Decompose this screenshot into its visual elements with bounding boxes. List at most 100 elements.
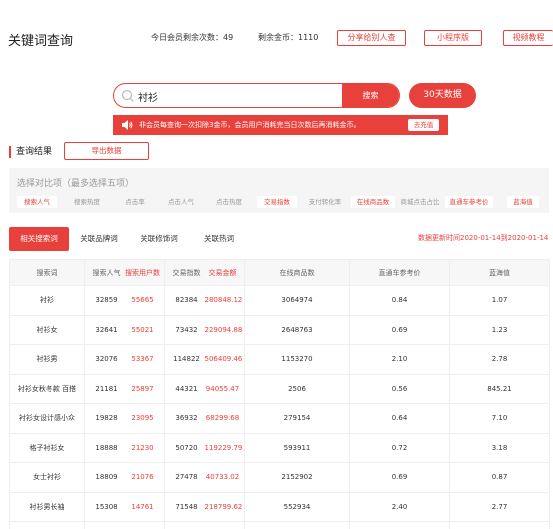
cell-blue-sea: 2.40	[449, 521, 550, 529]
cell-keyword: 格子衬衫女	[9, 432, 85, 463]
cell-blue-sea: 2.78	[449, 344, 550, 375]
compare-option-pay-conversion[interactable]: 支付转化率	[303, 196, 347, 208]
header-search-users[interactable]: 搜索用户数	[125, 268, 161, 278]
cell-search-users: 23095	[131, 414, 154, 423]
cell-search-pop: 32076	[95, 355, 118, 364]
speaker-icon	[122, 120, 133, 130]
cell-online-goods: 552934	[244, 491, 350, 522]
cell-blue-sea: 7.10	[449, 403, 550, 434]
cell-search-pop: 15308	[95, 502, 118, 511]
recharge-button[interactable]: 去充值	[408, 119, 439, 131]
table-row: 格子衬衫女 18888 21230 50720 119229.79 593911 0.72 3…	[9, 432, 550, 463]
export-data-button[interactable]: 导出数据	[64, 142, 149, 160]
cell-keyword: 衬衫女设计感小众	[9, 403, 85, 434]
table-body: 衬衫 32859 55665 82384 280848.12 3064974 0.84 1.0…	[9, 285, 550, 529]
cell-trade-amount: 229094.88	[204, 325, 243, 334]
cell-trade-amount: 218799.62	[204, 502, 243, 511]
notice-text: 非会员每查询一次扣除3金币，会员用户消耗完当日次数后再消耗金币。	[139, 121, 361, 129]
cell-ztc-price: 0.69	[349, 462, 450, 493]
30-day-data-button[interactable]: 30天数据	[409, 83, 476, 108]
cell-search-users: 55665	[131, 296, 154, 305]
notice-banner: 非会员每查询一次扣除3金币，会员用户消耗完当日次数后再消耗金币。 去充值	[113, 115, 448, 135]
cell-search: 32641 55021	[84, 314, 165, 345]
tab-modifier-words[interactable]: 关联修饰词	[133, 227, 185, 251]
cell-ztc-price: 0.84	[349, 285, 450, 316]
cell-ztc-price: 0.56	[349, 373, 450, 404]
cell-trade-amount: 119229.79	[204, 443, 243, 452]
compare-option-trade-index[interactable]: 交易指数	[257, 196, 297, 208]
compare-option-search-heat[interactable]: 搜索热度	[67, 196, 107, 208]
header-blue-sea[interactable]: 蓝海值	[449, 259, 550, 286]
cell-trade: 36932 68299.68	[164, 403, 245, 434]
cell-trade: 2434332983.24	[164, 521, 245, 529]
cell-trade-index: 114822	[173, 355, 200, 364]
video-tutorial-button[interactable]: 视频教程	[503, 30, 553, 46]
cell-online-goods: 279154	[244, 403, 350, 434]
table-row: 衬衫女秋冬款 百搭 21181 25897 44321 94055.47 2506 0.56…	[9, 373, 550, 404]
cell-ztc-price: 2.40	[349, 491, 450, 522]
compare-option-ctr[interactable]: 点击率	[117, 196, 153, 208]
cell-online-goods: 2506	[244, 373, 350, 404]
compare-option-ztc-price[interactable]: 直通车参考价	[445, 196, 493, 208]
header-ztc-price[interactable]: 直通车参考价	[349, 259, 450, 286]
compare-option-blue-sea[interactable]: 蓝海值	[507, 196, 539, 208]
results-table: 搜索词 搜索人气 搜索用户数 交易指数 交易金额 在线商品数 直通车参考价 蓝海值 …	[9, 259, 550, 529]
header-keyword: 搜索词	[9, 259, 85, 286]
compare-title: 选择对比项（最多选择五项）	[17, 179, 135, 189]
cell-search-users: 55021	[131, 325, 154, 334]
cell-search-pop: 18888	[95, 443, 118, 452]
cell-search-pop: 19828	[95, 414, 118, 423]
results-table-wrap: 搜索词 搜索人气 搜索用户数 交易指数 交易金额 在线商品数 直通车参考价 蓝海值 …	[9, 259, 550, 529]
tab-related-search-words[interactable]: 相关搜索词	[9, 227, 69, 251]
header-bar: 关键词查询 今日会员剩余次数：49 剩余金币：1110 分享给别人查 小程序版 …	[0, 0, 553, 80]
search-button[interactable]: 搜索	[342, 84, 399, 107]
cell-trade: 114822 506409.46	[164, 344, 245, 375]
header-search: 搜索人气 搜索用户数	[84, 259, 165, 286]
miniprogram-button[interactable]: 小程序版	[424, 30, 482, 46]
header-trade-index[interactable]: 交易指数	[169, 268, 205, 278]
cell-search: 18809 21076	[84, 462, 165, 493]
table-row: 衬衫男长袖 15308 14761 71548 218799.62 552934 2.40 2…	[9, 491, 550, 522]
table-row: 衬衫男 32076 53367 114822 506409.46 1153270 2.10 2…	[9, 344, 550, 375]
cell-search-users: 21076	[131, 473, 154, 482]
header-trade-amount[interactable]: 交易金额	[205, 268, 241, 278]
cell-search-users: 53367	[131, 355, 154, 364]
cell-blue-sea: 1.07	[449, 285, 550, 316]
cell-trade-index: 36932	[175, 414, 198, 423]
compare-option-mall-click-share[interactable]: 商城点击占比	[397, 196, 443, 208]
cell-trade-index: 71548	[175, 502, 198, 511]
cell-blue-sea: 2.77	[449, 491, 550, 522]
table-row: 衬衫女 32641 55021 73432 229094.88 2648763 0.69 1.…	[9, 314, 550, 345]
cell-trade: 44321 94055.47	[164, 373, 245, 404]
header-trade: 交易指数 交易金额	[164, 259, 245, 286]
cell-online-goods: 1153270	[244, 344, 350, 375]
cell-search: 21181 25897	[84, 373, 165, 404]
cell-ztc-price: 0.64	[349, 403, 450, 434]
cell-blue-sea: 3.18	[449, 432, 550, 463]
cell-search-users: 25897	[131, 384, 154, 393]
header-online-goods[interactable]: 在线商品数	[244, 259, 350, 286]
share-button[interactable]: 分享给别人查	[337, 30, 406, 46]
cell-search: 18888 21230	[84, 432, 165, 463]
compare-option-search-pop[interactable]: 搜索人气	[17, 196, 57, 208]
cell-search-pop: 32641	[95, 325, 118, 334]
cell-search-users: 14761	[131, 502, 154, 511]
table-row: 衬衫女复古港味15151145002434332983.246321840.59…	[9, 521, 550, 529]
compare-option-click-heat[interactable]: 点击热度	[209, 196, 249, 208]
header-search-pop[interactable]: 搜索人气	[89, 268, 125, 278]
compare-option-click-pop[interactable]: 点击人气	[161, 196, 201, 208]
compare-option-online-goods[interactable]: 在线商品数	[351, 196, 395, 208]
cell-trade-index: 44321	[175, 384, 198, 393]
cell-keyword: 衬衫女	[9, 314, 85, 345]
tab-hot-words[interactable]: 关联热词	[195, 227, 243, 251]
table-header-row: 搜索词 搜索人气 搜索用户数 交易指数 交易金额 在线商品数 直通车参考价 蓝海值	[9, 259, 550, 286]
cell-blue-sea: 845.21	[449, 373, 550, 404]
tab-brand-words[interactable]: 关联品牌词	[73, 227, 125, 251]
data-update-time: 数据更新时间2020-01-14到2020-01-14	[418, 234, 549, 242]
cell-keyword: 衬衫女复古港味	[9, 521, 85, 529]
cell-ztc-price: 0.72	[349, 432, 450, 463]
cell-online-goods: 593911	[244, 432, 350, 463]
search-input[interactable]	[138, 87, 338, 105]
cell-search-users: 21230	[131, 443, 154, 452]
cell-trade: 50720 119229.79	[164, 432, 245, 463]
